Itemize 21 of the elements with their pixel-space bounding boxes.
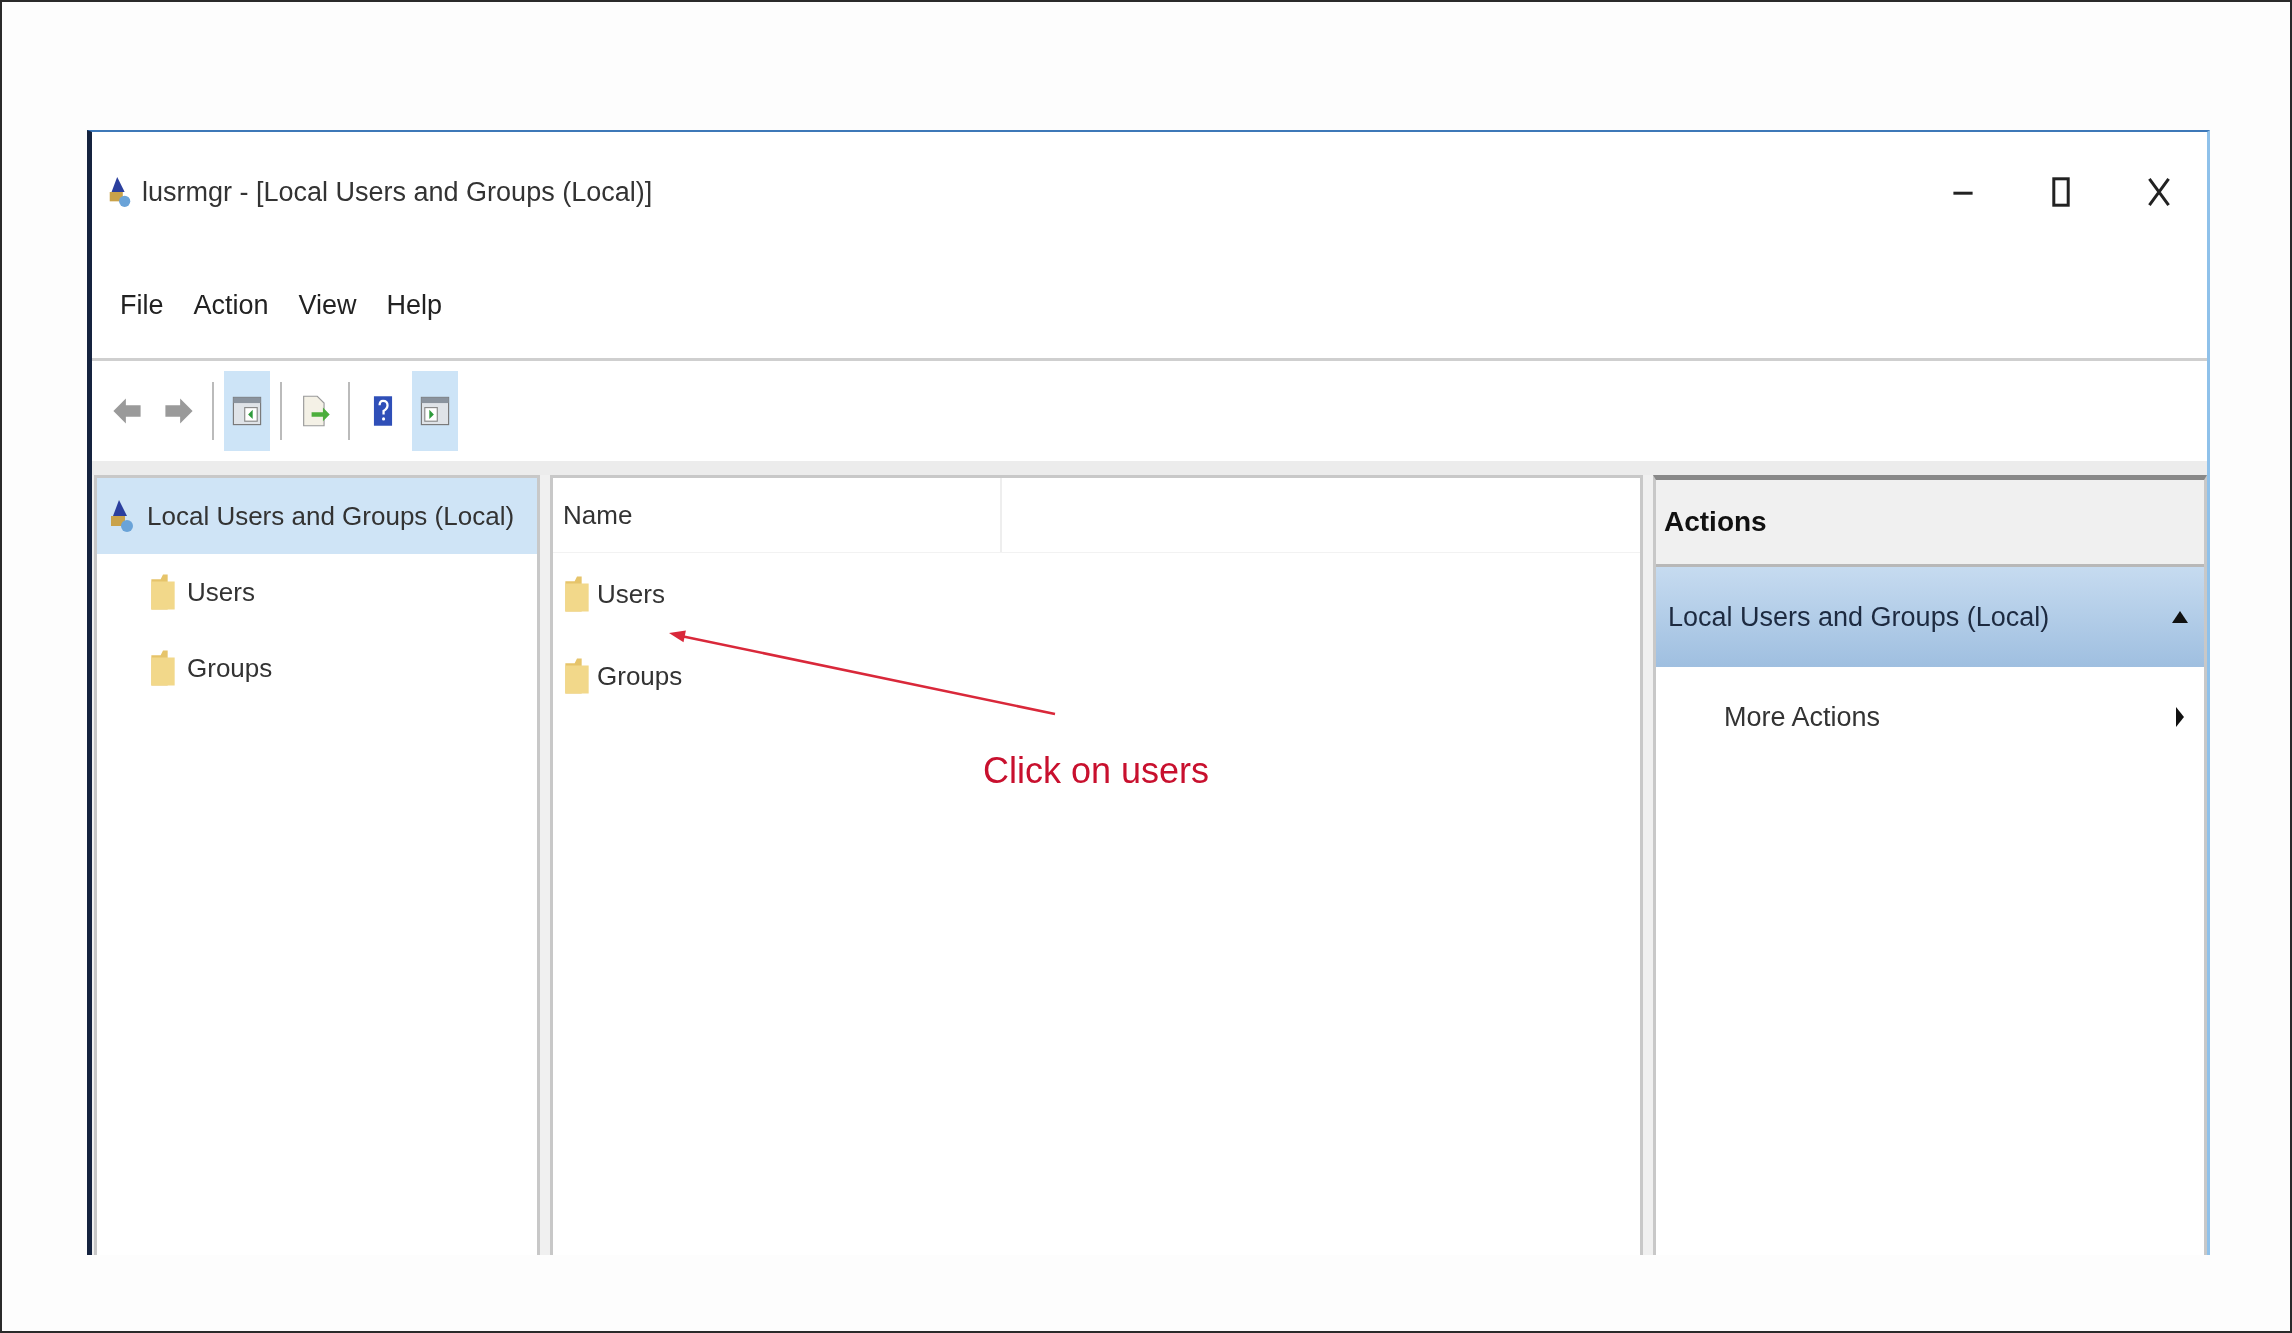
menu-item[interactable]: Action [193, 289, 269, 321]
pane-toggle-button[interactable] [224, 371, 270, 451]
folder-icon [149, 572, 177, 612]
menu-item[interactable]: Help [386, 289, 443, 321]
menu-item[interactable]: View [298, 289, 357, 321]
pane-toggle-button[interactable] [412, 371, 458, 451]
list-item[interactable]: Users [553, 553, 1640, 635]
folder-icon [149, 648, 177, 688]
folder-icon [563, 574, 591, 614]
window-title: lusrmgr - [Local Users and Groups (Local)] [142, 176, 653, 208]
actions-header: Actions [1656, 480, 2204, 567]
tree-item[interactable]: Groups [97, 630, 537, 706]
tree-item[interactable]: Local Users and Groups (Local) [97, 478, 537, 554]
tree-item[interactable]: Users [97, 554, 537, 630]
list-item[interactable]: Groups [553, 635, 1640, 717]
annotation-label: Click on users [983, 750, 1210, 792]
folder-icon [563, 656, 591, 696]
action-group-header[interactable]: Local Users and Groups (Local) [1656, 567, 2204, 667]
menu-item[interactable]: File [120, 289, 164, 321]
action-item[interactable]: More Actions [1656, 667, 2204, 767]
column-header[interactable]: Name [563, 478, 1002, 552]
